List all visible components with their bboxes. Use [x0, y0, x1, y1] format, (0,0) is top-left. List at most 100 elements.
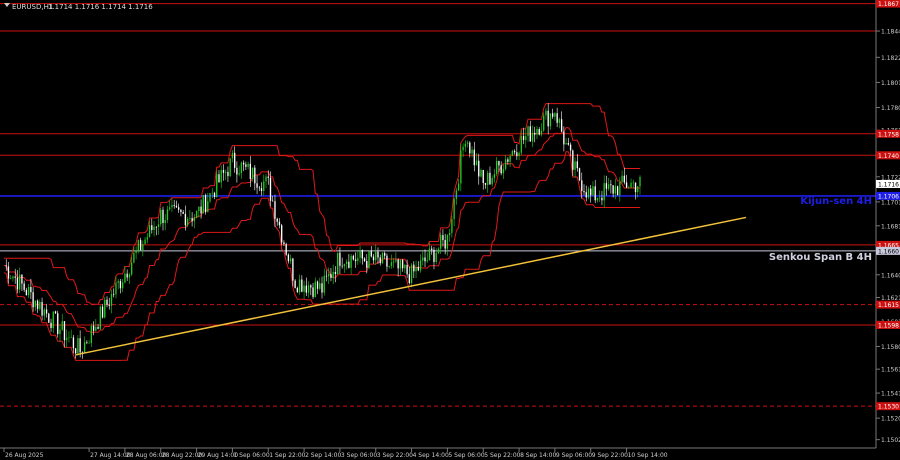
- level-price-label: 1.1530: [878, 404, 899, 411]
- candle-body: [361, 250, 363, 259]
- price-chart[interactable]: 1.18441.18221.18011.17801.17611.17411.17…: [0, 0, 900, 460]
- candle-body: [115, 282, 117, 295]
- candle-body: [404, 264, 406, 269]
- candle-body: [57, 313, 59, 335]
- candle-body: [23, 283, 25, 290]
- candle-body: [126, 273, 128, 278]
- candle-body: [218, 174, 220, 183]
- candle-body: [540, 130, 543, 135]
- candle-body: [549, 113, 552, 127]
- x-tick-label: 9 Sep 22:00: [592, 452, 628, 459]
- candle-body: [401, 259, 404, 269]
- candle-body: [392, 261, 395, 263]
- candle-body: [428, 248, 431, 261]
- x-tick-label: 28 Aug 22:00: [162, 452, 203, 459]
- candle-body: [435, 252, 437, 263]
- candle-body: [518, 152, 520, 157]
- candle-body: [496, 161, 498, 174]
- candle-body: [207, 201, 209, 213]
- candle-body: [334, 271, 337, 275]
- x-tick-label: 8 Sep 14:00: [520, 452, 556, 459]
- candle-body: [160, 209, 162, 225]
- candle-body: [34, 300, 37, 308]
- candle-body: [59, 329, 61, 335]
- candle-body: [251, 167, 254, 180]
- candle-body: [265, 176, 267, 182]
- candle-body: [366, 261, 368, 268]
- candle-body: [267, 176, 269, 178]
- candle-body: [307, 285, 310, 293]
- candle-body: [189, 218, 191, 219]
- candle-body: [516, 152, 518, 157]
- candle-body: [54, 311, 57, 314]
- candle-body: [522, 136, 525, 141]
- candle-body: [525, 135, 527, 141]
- candle-body: [113, 293, 115, 295]
- candle-body: [578, 168, 581, 181]
- candle-body: [12, 276, 14, 279]
- candle-body: [63, 321, 66, 341]
- candle-body: [431, 248, 433, 250]
- candle-body: [153, 226, 155, 231]
- candle-body: [182, 212, 184, 214]
- candle-body: [128, 274, 131, 278]
- candle-body: [231, 152, 234, 159]
- candle-body: [283, 242, 285, 245]
- candle-body: [296, 287, 299, 293]
- candle-body: [442, 235, 444, 240]
- candle-body: [97, 326, 99, 329]
- y-tick-label: 1.1502: [881, 437, 900, 444]
- candle-body: [345, 261, 348, 265]
- candle-body: [639, 176, 641, 187]
- candle-body: [603, 183, 605, 201]
- candle-body: [507, 159, 509, 162]
- candle-body: [440, 235, 442, 249]
- y-tick-label: 1.1541: [881, 391, 900, 398]
- candle-body: [36, 300, 39, 309]
- candle-body: [352, 255, 355, 260]
- candle-body: [480, 169, 482, 177]
- level-price-label: 1.1706: [878, 193, 899, 200]
- candle-body: [184, 213, 187, 226]
- candle-body: [180, 209, 182, 213]
- candle-body: [319, 283, 321, 289]
- candle-body: [388, 265, 390, 267]
- y-tick-label: 1.1640: [881, 272, 900, 279]
- candle-body: [551, 113, 554, 117]
- candle-body: [451, 219, 453, 233]
- candle-body: [269, 177, 272, 201]
- candle-body: [614, 186, 617, 194]
- candle-body: [616, 186, 619, 196]
- candle-body: [325, 275, 328, 277]
- candle-body: [330, 274, 332, 278]
- candle-body: [594, 186, 596, 201]
- candle-body: [276, 218, 278, 222]
- candle-body: [500, 165, 502, 174]
- candle-body: [240, 162, 243, 174]
- candle-body: [529, 126, 531, 142]
- candle-body: [225, 172, 227, 173]
- candle-body: [104, 299, 106, 318]
- candle-body: [413, 264, 415, 272]
- candle-body: [390, 262, 393, 266]
- x-tick-label: 2 Sep 14:00: [305, 452, 341, 459]
- candle-body: [487, 172, 489, 185]
- candle-body: [236, 167, 238, 175]
- candle-body: [198, 206, 200, 212]
- candle-body: [386, 255, 388, 267]
- candle-body: [469, 142, 471, 154]
- candle-body: [88, 342, 90, 344]
- candle-body: [155, 226, 157, 228]
- candle-body: [343, 264, 346, 267]
- candle-body: [377, 251, 379, 258]
- candle-body: [233, 152, 236, 168]
- candle-body: [328, 274, 330, 277]
- candle-body: [504, 159, 507, 169]
- candle-body: [534, 132, 536, 135]
- candle-body: [368, 251, 370, 268]
- candle-body: [164, 219, 166, 223]
- candle-body: [124, 273, 126, 283]
- candle-body: [32, 292, 34, 308]
- candle-body: [186, 218, 189, 226]
- candle-body: [547, 110, 549, 127]
